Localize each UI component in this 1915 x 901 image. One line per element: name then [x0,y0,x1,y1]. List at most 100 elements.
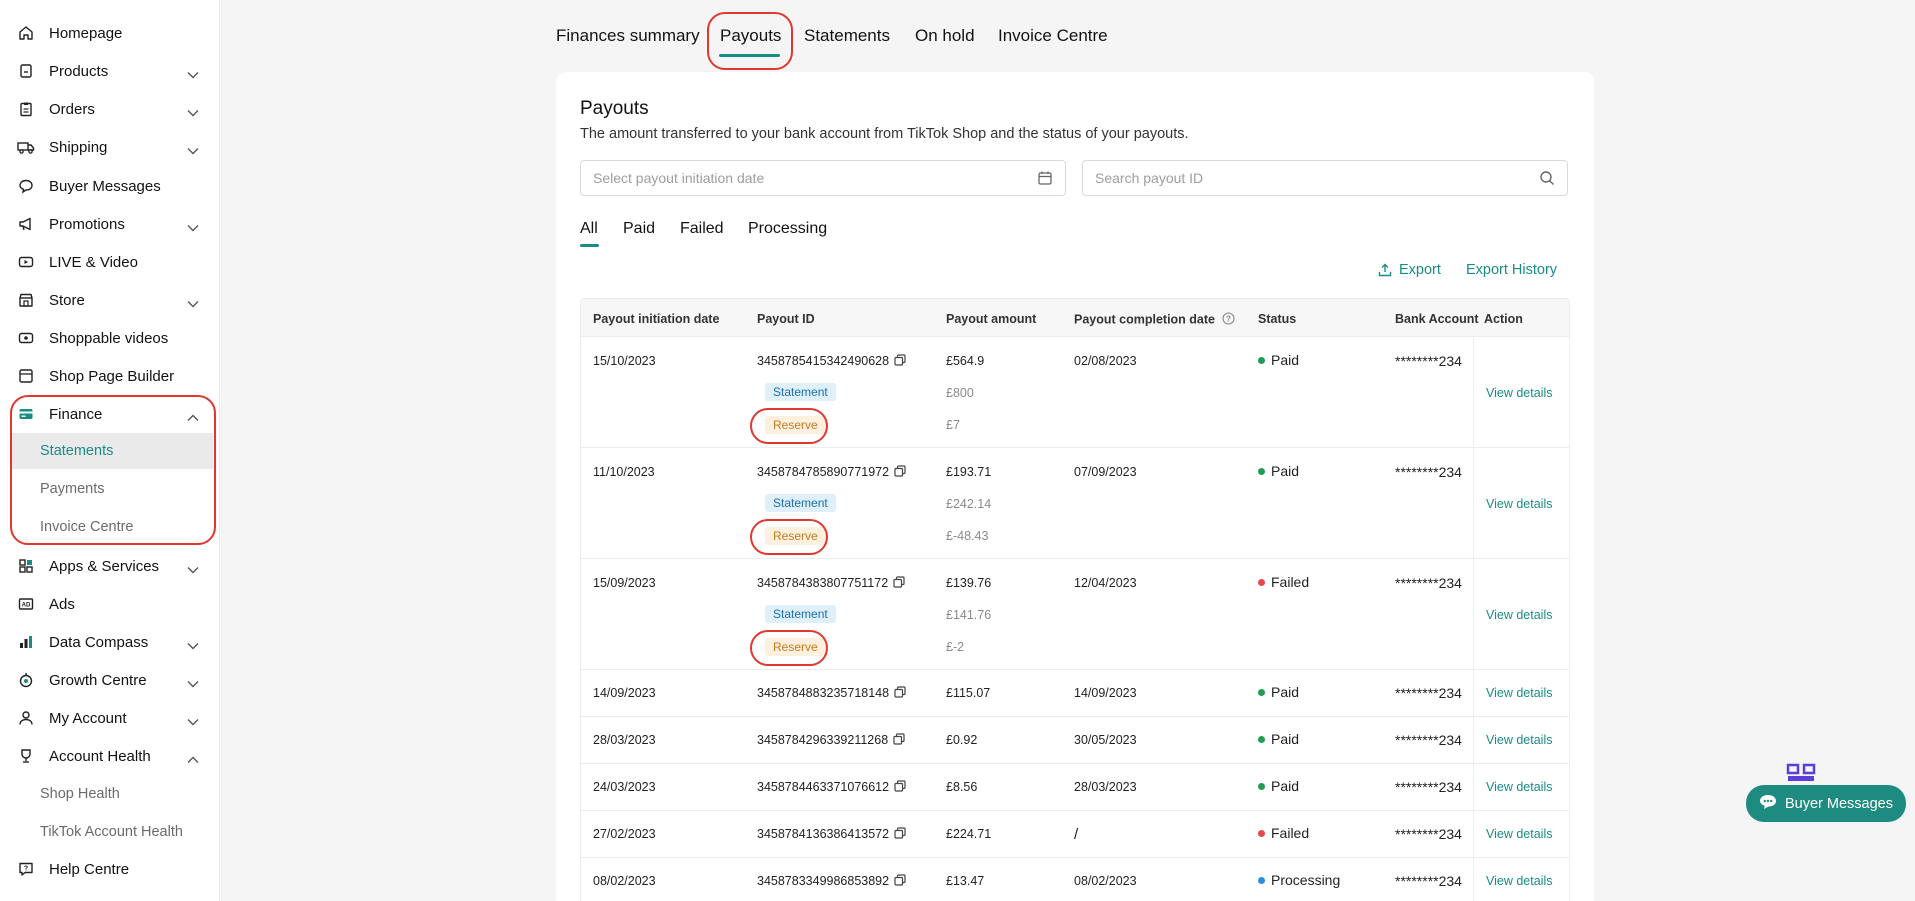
row-payout-id: 3458784463371076612 [757,780,906,795]
view-details-link[interactable]: View details [1486,874,1552,888]
sidebar-item-live-video[interactable]: LIVE & Video [10,244,213,280]
sidebar-item-shop-page-builder[interactable]: Shop Page Builder [10,358,213,394]
tab-payouts[interactable]: Payouts [720,26,781,46]
sidebar-item-store[interactable]: Store [10,282,213,318]
sidebar-sub-payments[interactable]: Payments [10,471,213,507]
tab-on-hold[interactable]: On hold [915,26,975,46]
reserve-tag: Reserve [765,416,826,434]
view-details-link[interactable]: View details [1486,686,1552,700]
date-picker[interactable] [580,160,1066,196]
statement-amount: £141.76 [946,608,992,622]
sidebar-item-apps-services[interactable]: Apps & Services [10,548,213,584]
chevron-down-icon [187,561,199,578]
copy-icon[interactable] [894,874,906,889]
chevron-down-icon [187,675,199,692]
copy-icon[interactable] [894,465,906,480]
sidebar-item-shipping[interactable]: Shipping [10,129,213,165]
sidebar-item-finance[interactable]: Finance [10,396,213,432]
play-icon [15,327,37,349]
sidebar-sub-tiktok-account-health[interactable]: TikTok Account Health [10,814,213,850]
col-header-completion-label: Payout completion date [1074,312,1215,327]
search-input[interactable] [1083,161,1567,195]
export-history-link[interactable]: Export History [1466,262,1557,278]
view-details-link[interactable]: View details [1486,497,1552,511]
statement-amount: £242.14 [946,497,992,511]
status-dot [1258,829,1265,837]
status-dot [1258,356,1265,364]
view-details-link[interactable]: View details [1486,733,1552,747]
sidebar-sub-label: TikTok Account Health [40,824,183,840]
sidebar-item-ads[interactable]: AD Ads [10,586,213,622]
export-button[interactable]: Export [1378,262,1441,278]
filter-tab-failed[interactable]: Failed [680,220,724,238]
sidebar-sub-label: Statements [40,443,114,459]
payout-search[interactable] [1082,160,1568,196]
view-details-link[interactable]: View details [1486,386,1552,400]
sidebar-item-label: Promotions [49,215,125,233]
statement-tag: Statement [765,605,836,623]
buyer-messages-float-button[interactable]: Buyer Messages [1746,785,1906,822]
action-cell: View details [1473,764,1569,810]
status-badge: Paid [1258,684,1299,700]
sidebar-item-account-health[interactable]: Account Health [10,738,213,774]
sidebar-sub-statements[interactable]: Statements [10,433,213,469]
sidebar-item-my-account[interactable]: My Account [10,700,213,736]
export-label: Export [1399,262,1441,278]
table-row: 24/03/2023 3458784463371076612 £8.56 28/… [581,764,1569,811]
status-dot [1258,876,1265,884]
sidebar-item-label: My Account [49,709,127,727]
search-icon[interactable] [1539,170,1555,191]
tab-finances-summary[interactable]: Finances summary [556,26,700,46]
payout-id-text: 3458784463371076612 [757,780,890,794]
filter-tab-processing[interactable]: Processing [748,220,827,238]
filter-tab-all[interactable]: All [580,220,598,238]
status-badge: Processing [1258,872,1340,888]
col-header-action: Action [1484,312,1523,326]
sidebar-sub-invoice-centre[interactable]: Invoice Centre [10,509,213,545]
info-icon[interactable]: ? [1222,312,1236,328]
row-completion-date: 14/09/2023 [1074,686,1137,700]
growth-icon [15,669,37,691]
date-input[interactable] [581,161,1065,195]
tab-invoice-centre[interactable]: Invoice Centre [998,26,1108,46]
copy-icon[interactable] [893,733,905,748]
status-text: Failed [1271,825,1310,841]
view-details-link[interactable]: View details [1486,608,1552,622]
action-cell: View details [1473,717,1569,763]
copy-icon[interactable] [893,576,905,591]
copy-icon[interactable] [894,827,906,842]
row-bank-account: ********234 [1395,826,1462,842]
sidebar-item-promotions[interactable]: Promotions [10,206,213,242]
filter-tab-paid[interactable]: Paid [623,220,655,238]
sidebar-item-data-compass[interactable]: Data Compass [10,624,213,660]
col-header-initiation-date: Payout initiation date [593,312,720,326]
view-details-link[interactable]: View details [1486,827,1552,841]
tab-statements[interactable]: Statements [804,26,890,46]
sidebar-item-growth-centre[interactable]: Growth Centre [10,662,213,698]
sidebar-item-products[interactable]: Products [10,53,213,89]
sidebar-item-homepage[interactable]: Homepage [10,15,213,51]
row-payout-id: 3458784296339211268 [757,733,905,748]
row-bank-account: ********234 [1395,873,1462,889]
page-subtitle: The amount transferred to your bank acco… [580,126,1189,142]
payouts-card: Payouts The amount transferred to your b… [556,72,1594,901]
row-completion-date: 02/08/2023 [1074,354,1137,368]
copy-icon[interactable] [894,354,906,369]
box-icon [15,60,37,82]
sidebar-item-shoppable-videos[interactable]: Shoppable videos [10,320,213,356]
sidebar-item-orders[interactable]: Orders [10,91,213,127]
row-amount: £115.07 [946,686,991,700]
copy-icon[interactable] [894,780,906,795]
row-payout-id: 3458785415342490628 [757,354,906,369]
status-text: Failed [1271,574,1310,590]
sidebar-item-help-centre[interactable]: ? Help Centre [10,851,213,887]
trophy-icon [15,745,37,767]
action-cell: View details [1473,670,1569,716]
copy-icon[interactable] [894,686,906,701]
view-details-link[interactable]: View details [1486,780,1552,794]
sidebar-item-label: Products [49,62,109,80]
sidebar-sub-shop-health[interactable]: Shop Health [10,776,213,812]
sidebar-sub-label: Shop Health [40,786,120,802]
calendar-icon[interactable] [1037,170,1053,191]
sidebar-item-buyer-messages[interactable]: Buyer Messages [10,168,213,204]
